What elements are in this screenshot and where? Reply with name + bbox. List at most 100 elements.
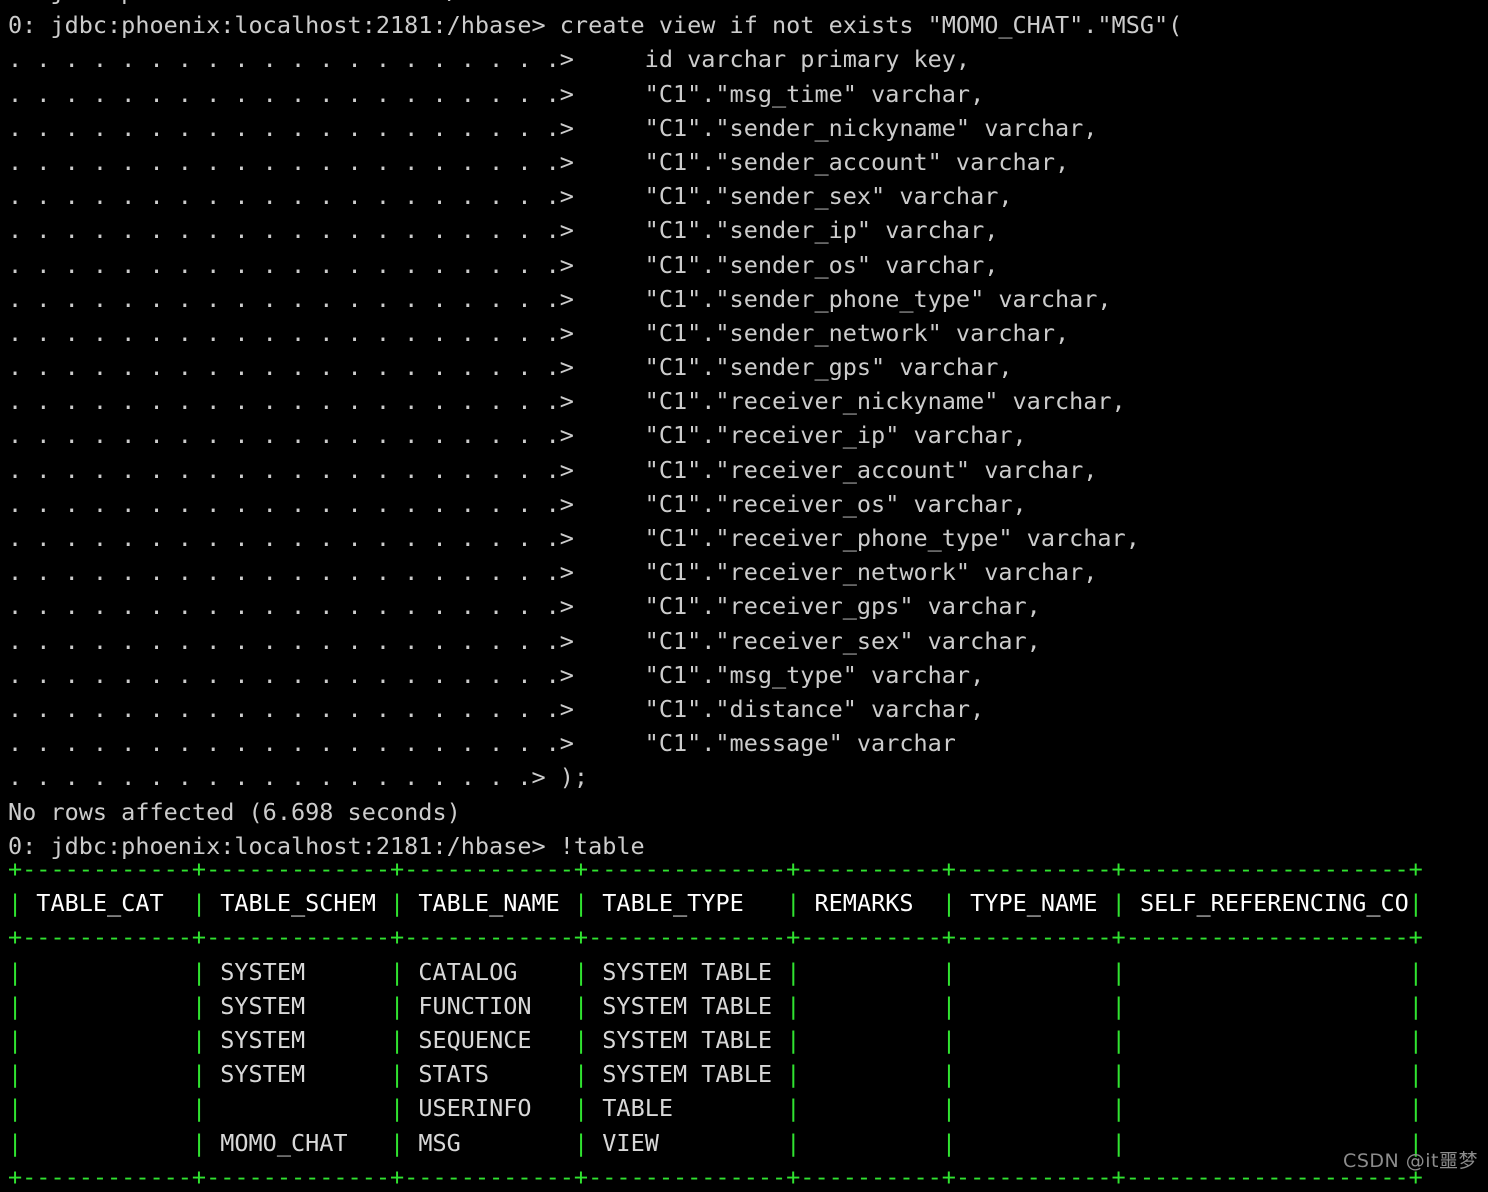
sql-body-line-5: . . . . . . . . . . . . . . . . . . . .>… — [8, 216, 999, 245]
table-column-divider: | — [390, 1128, 405, 1157]
table-top-border: +------------+-------------+------------… — [8, 852, 1488, 886]
table-column-divider: | — [1111, 1025, 1126, 1054]
console-output: 0: jdbc:phoenix:localhost:2181:/hbase> 0:… — [8, 0, 1488, 863]
table-cell: STATS — [404, 1060, 574, 1089]
table-cell — [22, 958, 192, 986]
table-column-divider: | — [8, 1128, 23, 1157]
table-column-divider: | — [941, 1025, 956, 1054]
table-column-divider: | — [191, 1025, 207, 1054]
table-header-cell: TABLE_CAT — [22, 889, 192, 918]
table-cell: TABLE — [588, 1094, 787, 1123]
table-cell — [800, 1060, 941, 1088]
table-cell: SYSTEM — [206, 957, 391, 986]
table-column-divider: | — [1111, 1094, 1126, 1123]
table-cell: SYSTEM — [206, 991, 391, 1020]
sql-body-line-13: . . . . . . . . . . . . . . . . . . . .>… — [8, 489, 1027, 518]
table-separator-glyphs: +------------+-------------+------------… — [8, 1162, 1423, 1191]
table-column-divider: | — [941, 1094, 956, 1123]
table-column-divider: | — [941, 991, 956, 1020]
table-cell: SYSTEM TABLE — [588, 991, 787, 1020]
clipped-previous-line: 0: jdbc:phoenix:localhost:2181:/hbase> — [8, 0, 1488, 8]
table-column-divider: | — [573, 991, 589, 1020]
table-column-divider: | — [191, 957, 207, 986]
table-cell — [956, 1026, 1112, 1054]
table-cell: SYSTEM TABLE — [588, 1025, 787, 1054]
terminal-window[interactable]: 0: jdbc:phoenix:localhost:2181:/hbase> 0:… — [0, 0, 1488, 1192]
table-cell — [956, 1094, 1112, 1122]
table-column-divider: | — [390, 1094, 405, 1123]
result-message: No rows affected (6.698 seconds) — [8, 797, 461, 826]
table-column-divider: | — [1111, 957, 1126, 986]
table-header-cell: TABLE_SCHEM — [206, 889, 391, 918]
table-column-divider: | — [390, 957, 405, 986]
table-column-divider: | — [786, 957, 801, 986]
table-column-divider: | — [191, 991, 207, 1020]
table-header-row: | TABLE_CAT | TABLE_SCHEM | TABLE_NAME |… — [8, 886, 1488, 920]
table-column-divider: | — [941, 957, 956, 986]
sql-body-line-11: . . . . . . . . . . . . . . . . . . . .>… — [8, 421, 1027, 450]
table-row: | | SYSTEM | STATS | SYSTEM TABLE | | | … — [8, 1057, 1488, 1091]
table-cell: SEQUENCE — [404, 1025, 574, 1054]
table-column-divider: | — [191, 1128, 207, 1157]
table-cell: SYSTEM TABLE — [588, 1060, 787, 1089]
table-cell — [206, 1094, 390, 1122]
command-line-create-view: 0: jdbc:phoenix:localhost:2181:/hbase> c… — [8, 11, 1183, 40]
table-cell: SYSTEM TABLE — [588, 957, 787, 986]
table-cell — [956, 1129, 1112, 1157]
table-bottom-border: +------------+-------------+------------… — [8, 1160, 1488, 1192]
table-column-divider: | — [8, 1094, 23, 1123]
table-cell — [22, 1060, 192, 1088]
table-row: | | SYSTEM | FUNCTION | SYSTEM TABLE | |… — [8, 989, 1488, 1023]
table-cell: FUNCTION — [404, 991, 574, 1020]
sql-body-line-17: . . . . . . . . . . . . . . . . . . . .>… — [8, 626, 1041, 655]
table-cell — [1126, 1060, 1409, 1088]
table-header-border: +------------+-------------+------------… — [8, 920, 1488, 954]
sql-body-line-19: . . . . . . . . . . . . . . . . . . . .>… — [8, 694, 985, 723]
table-column-divider: | — [573, 1094, 589, 1123]
sql-terminator-line: . . . . . . . . . . . . . . . . . . .> )… — [8, 763, 589, 792]
table-column-divider: | — [8, 889, 23, 918]
watermark-label: CSDN @it噩梦 — [1343, 1149, 1478, 1172]
table-cell: VIEW — [588, 1128, 787, 1157]
table-column-divider: | — [390, 1060, 405, 1089]
table-column-divider: | — [1408, 957, 1423, 986]
table-column-divider: | — [941, 1128, 956, 1157]
table-column-divider: | — [8, 991, 23, 1020]
table-column-divider: | — [8, 1025, 23, 1054]
sql-body-line-6: . . . . . . . . . . . . . . . . . . . .>… — [8, 250, 999, 279]
table-column-divider: | — [1408, 1025, 1423, 1054]
table-cell — [800, 1026, 941, 1054]
sql-body-line-16: . . . . . . . . . . . . . . . . . . . .>… — [8, 592, 1041, 621]
sql-body-line-14: . . . . . . . . . . . . . . . . . . . .>… — [8, 524, 1140, 552]
table-column-divider: | — [1111, 1128, 1126, 1157]
sql-body-line-20: . . . . . . . . . . . . . . . . . . . .>… — [8, 729, 956, 758]
table-row: | | SYSTEM | CATALOG | SYSTEM TABLE | | … — [8, 955, 1488, 989]
table-column-divider: | — [390, 1025, 405, 1054]
table-separator-glyphs: +------------+-------------+------------… — [8, 923, 1423, 952]
table-column-divider: | — [1408, 889, 1423, 918]
sql-body-line-4: . . . . . . . . . . . . . . . . . . . .>… — [8, 182, 1013, 211]
table-column-divider: | — [1111, 991, 1126, 1020]
table-column-divider: | — [786, 889, 801, 918]
table-column-divider: | — [786, 991, 801, 1020]
table-column-divider: | — [8, 957, 23, 986]
table-header-cell: TABLE_NAME — [404, 889, 574, 918]
table-column-divider: | — [390, 889, 405, 918]
sql-body-line-15: . . . . . . . . . . . . . . . . . . . .>… — [8, 558, 1098, 587]
table-cell: USERINFO — [404, 1094, 574, 1123]
table-column-divider: | — [191, 889, 207, 918]
table-column-divider: | — [786, 1025, 801, 1054]
table-cell — [800, 1094, 941, 1122]
table-header-cell: TABLE_TYPE — [588, 889, 787, 918]
table-cell — [956, 958, 1112, 986]
table-column-divider: | — [1408, 1094, 1423, 1123]
table-column-divider: | — [786, 1128, 801, 1157]
table-header-cell: TYPE_NAME — [956, 889, 1112, 918]
table-row: | | MOMO_CHAT | MSG | VIEW | | | | — [8, 1126, 1488, 1160]
table-cell: SYSTEM — [206, 1025, 391, 1054]
table-cell — [22, 1094, 192, 1122]
table-column-divider: | — [191, 1094, 207, 1123]
table-column-divider: | — [573, 957, 589, 986]
table-cell — [1126, 992, 1409, 1020]
table-header-cell: REMARKS — [800, 889, 942, 918]
